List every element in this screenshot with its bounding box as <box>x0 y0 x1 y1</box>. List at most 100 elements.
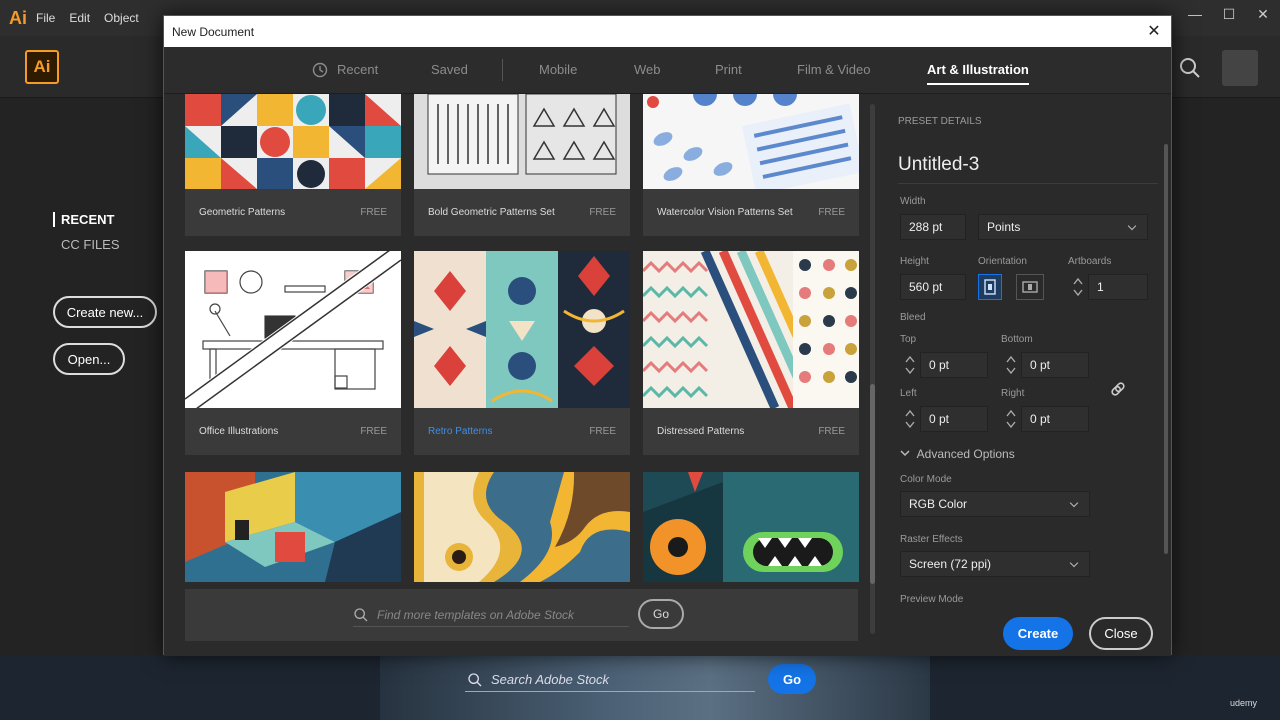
tab-print[interactable]: Print <box>715 62 742 77</box>
dialog-title-bar: New Document ✕ <box>164 16 1171 47</box>
stock-go-button[interactable]: Go <box>768 664 816 694</box>
sidebar-item-cc-files[interactable]: CC FILES <box>61 237 120 252</box>
find-templates-bar: Find more templates on Adobe Stock Go <box>185 589 858 641</box>
preset-details-label: PRESET DETAILS <box>898 116 982 127</box>
create-new-button[interactable]: Create new... <box>53 296 157 328</box>
menu-edit[interactable]: Edit <box>69 11 90 25</box>
bleed-left-stepper-icon[interactable] <box>904 408 916 430</box>
sidebar-item-recent[interactable]: RECENT <box>53 212 114 227</box>
template-card[interactable]: Retro Patterns FREE <box>414 251 630 455</box>
tab-web[interactable]: Web <box>634 62 661 77</box>
template-card[interactable]: Bold Geometric Patterns Set FREE <box>414 94 630 236</box>
minimize-button[interactable]: — <box>1178 0 1212 28</box>
raster-effects-select[interactable]: Screen (72 ppi) <box>900 551 1090 577</box>
color-mode-label: Color Mode <box>900 474 952 485</box>
height-label: Height <box>900 256 929 267</box>
landscape-orientation-button[interactable] <box>1016 274 1044 300</box>
template-caption: Bold Geometric Patterns Set FREE <box>414 189 630 236</box>
maximize-button[interactable]: ☐ <box>1212 0 1246 28</box>
template-thumbnail <box>185 251 401 408</box>
window-close-button[interactable]: ✕ <box>1246 0 1280 28</box>
find-go-button[interactable]: Go <box>638 599 684 629</box>
width-input[interactable]: 288 pt <box>900 214 966 240</box>
template-card[interactable] <box>414 472 630 582</box>
template-caption: Office Illustrations FREE <box>185 408 401 455</box>
units-select[interactable]: Points <box>978 214 1148 240</box>
close-button[interactable]: Close <box>1089 617 1153 650</box>
template-card[interactable]: Watercolor Vision Patterns Set FREE <box>643 94 859 236</box>
bleed-bottom-stepper-icon[interactable] <box>1005 354 1017 376</box>
portrait-icon <box>984 279 996 295</box>
template-thumbnail <box>414 251 630 408</box>
bleed-right-stepper-icon[interactable] <box>1005 408 1017 430</box>
tab-divider <box>502 59 503 81</box>
template-thumbnail <box>643 251 859 408</box>
link-icon[interactable] <box>1108 379 1128 399</box>
template-card[interactable]: Office Illustrations FREE <box>185 251 401 455</box>
template-caption: Retro Patterns FREE <box>414 408 630 455</box>
tab-mobile[interactable]: Mobile <box>539 62 577 77</box>
tab-art-illustration[interactable]: Art & Illustration <box>927 62 1029 85</box>
template-name: Retro Patterns <box>428 426 493 437</box>
template-name: Geometric Patterns <box>199 207 286 218</box>
template-card[interactable] <box>185 472 401 582</box>
bleed-top-stepper-icon[interactable] <box>904 354 916 376</box>
template-thumbnail <box>643 94 859 189</box>
free-badge: FREE <box>818 426 845 437</box>
preset-details-panel: PRESET DETAILS Untitled-3 Width 288 pt P… <box>880 94 1171 656</box>
find-templates-input[interactable]: Find more templates on Adobe Stock <box>353 603 629 627</box>
tab-saved[interactable]: Saved <box>431 62 468 77</box>
bleed-top-label: Top <box>900 334 917 345</box>
menu-file[interactable]: File <box>36 11 55 25</box>
stock-search-input[interactable]: Search Adobe Stock <box>465 668 755 692</box>
bleed-bottom-label: Bottom <box>1001 334 1033 345</box>
artboards-input[interactable]: 1 <box>1088 274 1148 300</box>
bleed-bottom-input[interactable]: 0 pt <box>1021 352 1089 378</box>
ai-app-icon: Ai <box>9 7 27 28</box>
menu-object[interactable]: Object <box>104 11 139 25</box>
color-mode-select[interactable]: RGB Color <box>900 491 1090 517</box>
create-button[interactable]: Create <box>1003 617 1073 650</box>
bleed-left-input[interactable]: 0 pt <box>920 406 988 432</box>
advanced-options-toggle[interactable]: Advanced Options <box>900 447 1015 461</box>
tab-film-video[interactable]: Film & Video <box>797 62 870 77</box>
scrollbar-thumb[interactable] <box>870 384 875 584</box>
search-icon <box>354 607 368 621</box>
free-badge: FREE <box>360 207 387 218</box>
document-name-input[interactable]: Untitled-3 <box>898 154 1158 184</box>
template-grid-scrollbar[interactable] <box>870 104 875 634</box>
bleed-top-input[interactable]: 0 pt <box>920 352 988 378</box>
template-card[interactable] <box>643 472 859 582</box>
template-name: Watercolor Vision Patterns Set <box>657 207 793 218</box>
raster-effects-label: Raster Effects <box>900 534 963 545</box>
new-document-dialog: New Document ✕ Recent Saved Mobile Web P… <box>163 15 1172 656</box>
stock-search-placeholder: Search Adobe Stock <box>491 672 610 687</box>
artboards-stepper-icon[interactable] <box>1072 276 1084 298</box>
dialog-title: New Document <box>172 24 255 39</box>
free-badge: FREE <box>360 426 387 437</box>
width-label: Width <box>900 196 926 207</box>
template-caption: Watercolor Vision Patterns Set FREE <box>643 189 859 236</box>
bleed-right-label: Right <box>1001 388 1025 399</box>
portrait-orientation-button[interactable] <box>978 274 1002 300</box>
preset-panel-scrollbar[interactable] <box>1164 144 1168 554</box>
close-icon[interactable]: ✕ <box>1143 20 1165 42</box>
bleed-label: Bleed <box>900 312 926 323</box>
height-input[interactable]: 560 pt <box>900 274 966 300</box>
avatar[interactable] <box>1222 50 1258 86</box>
search-icon[interactable] <box>1178 56 1202 80</box>
template-card[interactable]: Distressed Patterns FREE <box>643 251 859 455</box>
preset-tabs: Recent Saved Mobile Web Print Film & Vid… <box>164 47 1171 94</box>
orientation-label: Orientation <box>978 256 1027 267</box>
template-card[interactable]: Geometric Patterns FREE <box>185 94 401 236</box>
template-name: Office Illustrations <box>199 426 279 437</box>
template-caption: Distressed Patterns FREE <box>643 408 859 455</box>
template-thumbnail <box>185 94 401 189</box>
template-grid: Geometric Patterns FREE Bold Geometric P… <box>164 94 880 656</box>
tab-recent[interactable]: Recent <box>337 62 378 77</box>
template-name: Distressed Patterns <box>657 426 745 437</box>
preview-mode-label: Preview Mode <box>900 594 964 605</box>
landscape-icon <box>1022 281 1038 293</box>
open-button[interactable]: Open... <box>53 343 125 375</box>
bleed-right-input[interactable]: 0 pt <box>1021 406 1089 432</box>
